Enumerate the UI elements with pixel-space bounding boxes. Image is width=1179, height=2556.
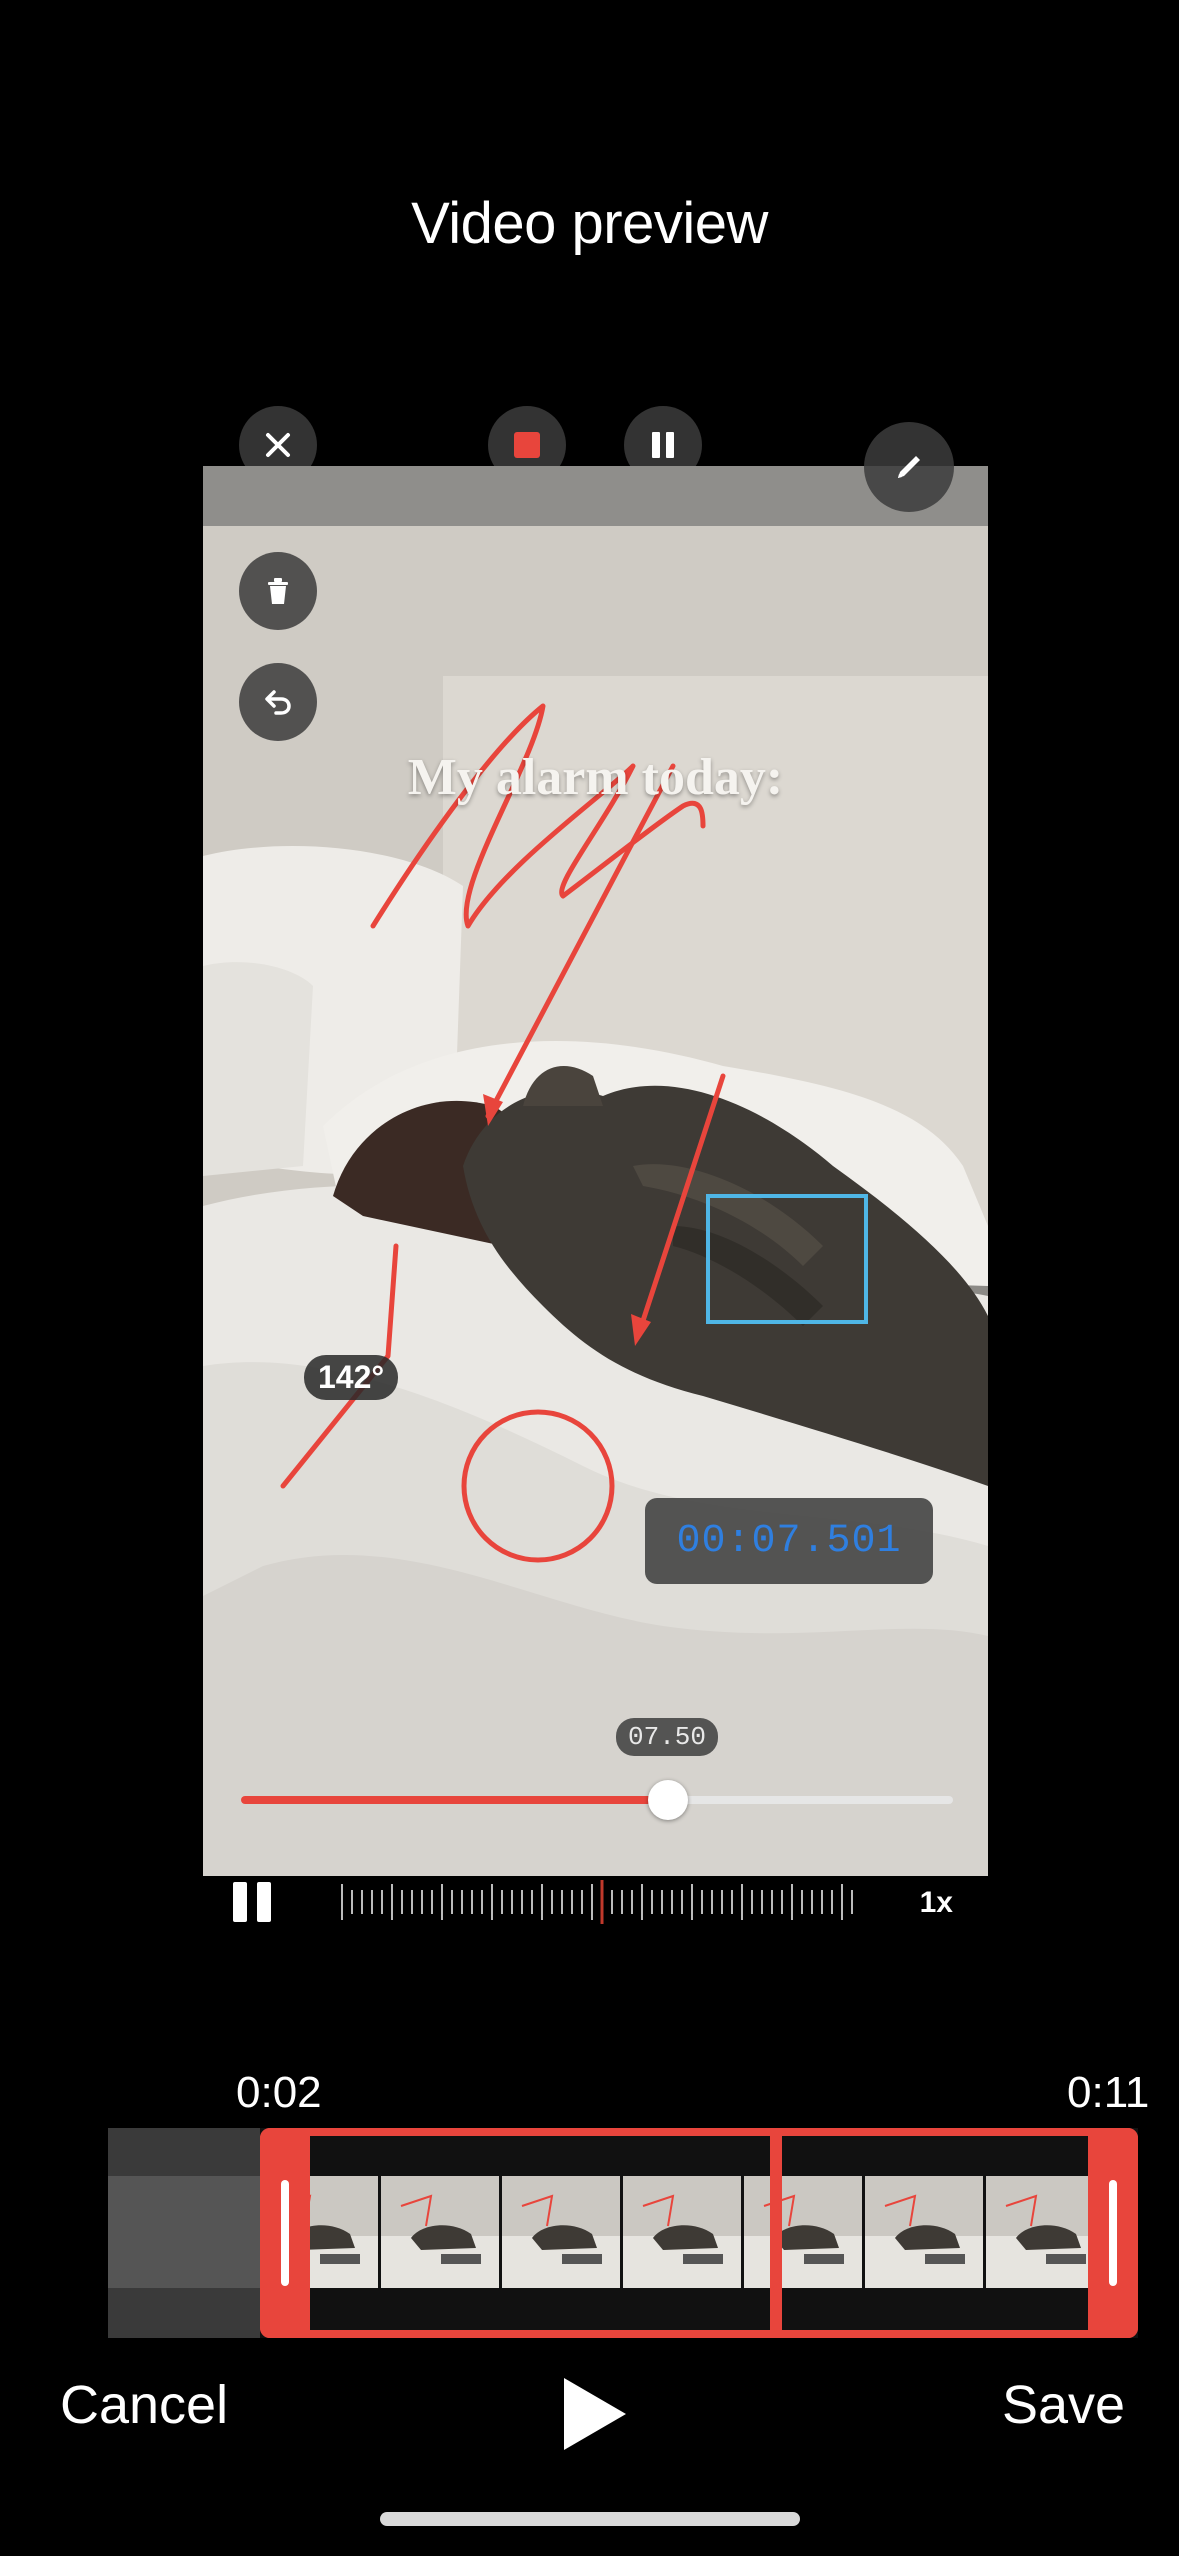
- speed-label[interactable]: 1x: [920, 1886, 953, 1920]
- pause-icon-bar-left: [233, 1882, 247, 1922]
- handle-grip: [281, 2180, 289, 2286]
- draw-pen-button[interactable]: [864, 422, 954, 512]
- undo-icon: [265, 690, 291, 715]
- excluded-frames: [108, 2128, 260, 2338]
- pause-icon: [652, 432, 674, 458]
- cancel-button[interactable]: Cancel: [60, 2374, 228, 2436]
- handle-grip: [1109, 2180, 1117, 2286]
- trim-start-time: 0:02: [236, 2068, 322, 2117]
- pen-icon: [898, 456, 920, 478]
- frame-ruler[interactable]: [338, 1880, 858, 1924]
- trim-split-marker[interactable]: [770, 2128, 782, 2338]
- trim-end-time: 0:11: [1067, 2068, 1150, 2117]
- page-title: Video preview: [411, 191, 768, 256]
- video-frame-scene: [203, 466, 988, 1876]
- close-icon: [266, 433, 290, 457]
- pause-icon-bar-right: [257, 1882, 271, 1922]
- scrubber-knob[interactable]: [648, 1780, 689, 1820]
- trim-selection: [260, 2128, 1138, 2338]
- save-button[interactable]: Save: [1002, 2374, 1125, 2436]
- scrub-time-badge: 07.50: [616, 1718, 719, 1756]
- video-preview[interactable]: My alarm today: 142° 00:07.501 07.50: [203, 466, 988, 1876]
- thumbnail: [108, 2176, 260, 2288]
- trim-timeline[interactable]: [108, 2128, 1138, 2338]
- trash-icon: [268, 578, 288, 604]
- trim-end-handle[interactable]: [1088, 2128, 1138, 2338]
- undo-button[interactable]: [239, 663, 317, 741]
- pause-button[interactable]: [233, 1882, 273, 1922]
- scrubber-track[interactable]: [241, 1780, 953, 1820]
- stop-recording-icon: [514, 432, 540, 458]
- play-icon[interactable]: [560, 2374, 630, 2454]
- timer-readout: 00:07.501: [645, 1498, 933, 1584]
- home-indicator: [380, 2512, 800, 2526]
- delete-annotation-button[interactable]: [239, 552, 317, 630]
- angle-badge: 142°: [304, 1355, 399, 1400]
- trim-start-handle[interactable]: [260, 2128, 310, 2338]
- scrubber-progress: [241, 1796, 669, 1804]
- playback-controls: 1x: [203, 1876, 988, 1928]
- video-caption: My alarm today:: [407, 749, 784, 806]
